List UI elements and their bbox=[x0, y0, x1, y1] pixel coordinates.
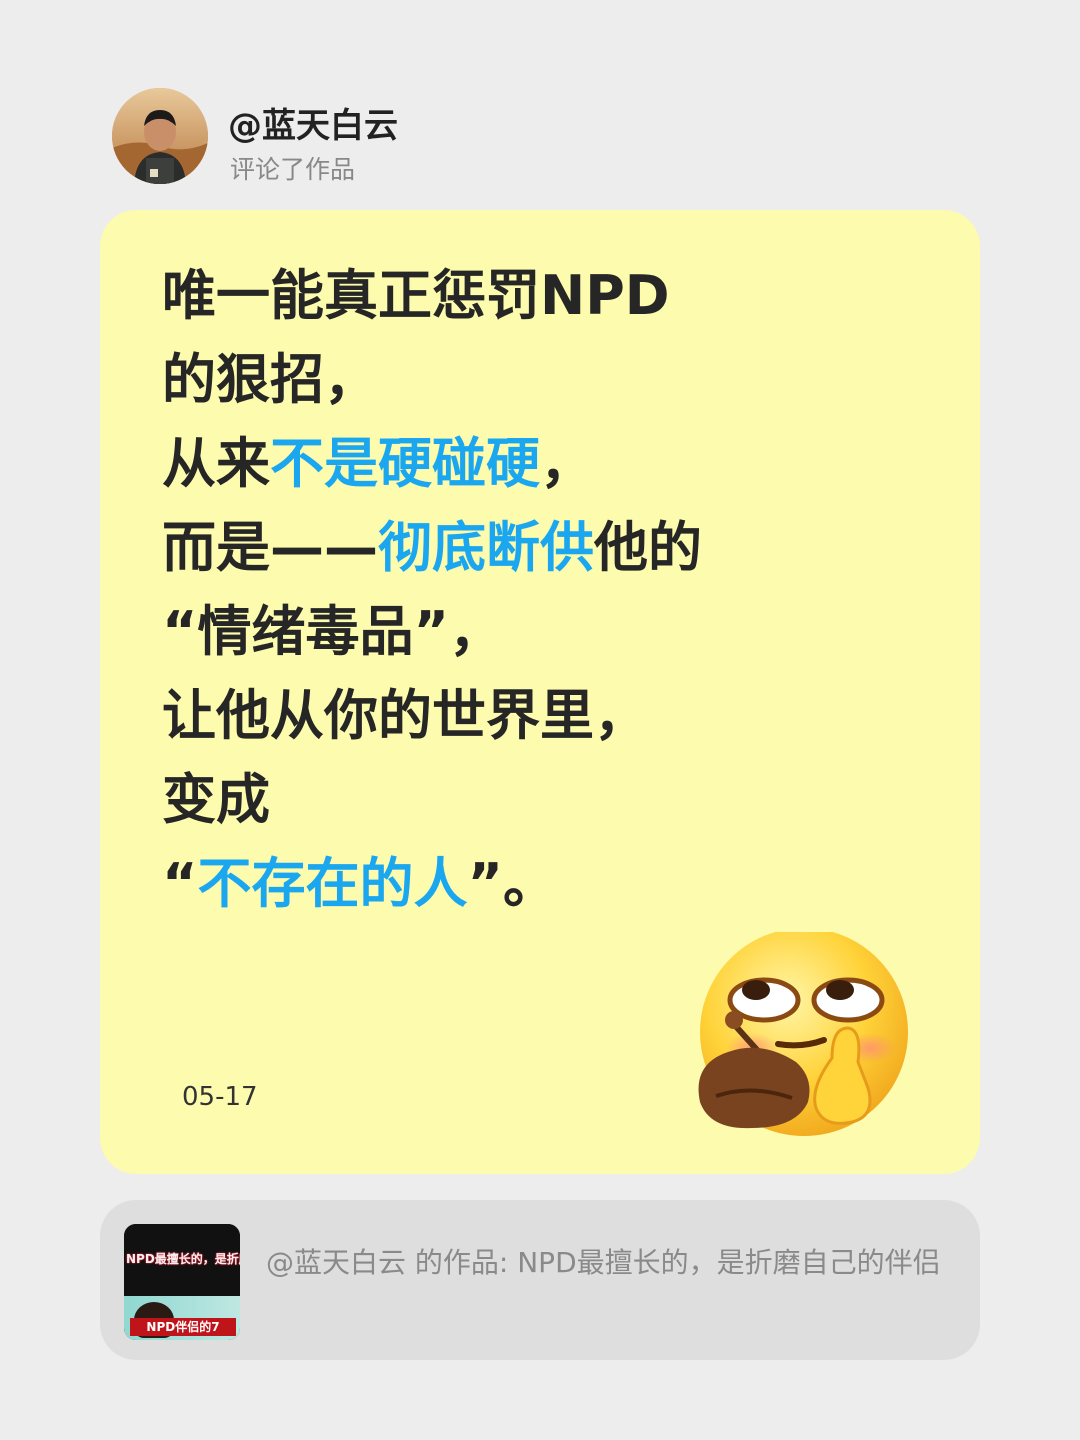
highlight-text: 彻底断供 bbox=[378, 516, 594, 579]
smirk-thinking-emoji bbox=[692, 928, 912, 1152]
referenced-work-card[interactable]: NPD最擅长的，是折磨自己的伴侣 NPD伴侣的7 @蓝天白云 的作品: NPD最… bbox=[100, 1200, 980, 1360]
comment-segment: 的狠招， bbox=[162, 348, 378, 411]
thumbnail-title: NPD最擅长的，是折磨自己的伴侣 bbox=[126, 1252, 240, 1266]
comment-line: “情绪毒品”， bbox=[162, 590, 922, 674]
comment-segment: 变成 bbox=[162, 768, 270, 831]
comment-segment: 他的 bbox=[594, 516, 702, 579]
comment-card[interactable]: 唯一能真正惩罚NPD 的狠招， 从来不是硬碰硬， 而是——彻底断供他的 “情绪毒… bbox=[100, 210, 980, 1174]
highlight-text: 不是硬碰硬 bbox=[270, 432, 540, 495]
comment-date: 05-17 bbox=[182, 1082, 258, 1112]
comment-line: 唯一能真正惩罚NPD bbox=[162, 254, 922, 338]
comment-segment: 唯一能真正惩罚NPD bbox=[162, 264, 670, 327]
referenced-work-text[interactable]: @蓝天白云 的作品: NPD最擅长的，是折磨自己的伴侣 bbox=[266, 1242, 946, 1284]
action-text: 评论了作品 bbox=[230, 155, 356, 184]
thumbnail-banner: NPD伴侣的7 bbox=[130, 1318, 236, 1336]
username[interactable]: @蓝天白云 bbox=[228, 98, 398, 147]
avatar[interactable] bbox=[112, 88, 208, 184]
comment-line: 让他从你的世界里， bbox=[162, 674, 922, 758]
comment-segment: 从来 bbox=[162, 432, 270, 495]
comment-segment: ， bbox=[540, 432, 594, 495]
comment-segment: ”。 bbox=[467, 852, 558, 915]
comment-segment: “情绪毒品”， bbox=[162, 600, 503, 663]
comment-segment: 而是—— bbox=[162, 516, 378, 579]
comment-line: 的狠招， bbox=[162, 338, 922, 422]
highlight-text: 不存在的人 bbox=[197, 852, 468, 915]
comment-line: 变成 bbox=[162, 758, 922, 842]
comment-line: 从来不是硬碰硬， bbox=[162, 422, 922, 506]
comment-line: 而是——彻底断供他的 bbox=[162, 506, 922, 590]
comment-segment: 让他从你的世界里， bbox=[162, 684, 648, 747]
comment-line: “不存在的人”。 bbox=[162, 842, 922, 926]
comment-segment: “ bbox=[162, 852, 198, 915]
comment-body: 唯一能真正惩罚NPD 的狠招， 从来不是硬碰硬， 而是——彻底断供他的 “情绪毒… bbox=[162, 254, 922, 926]
work-thumbnail[interactable]: NPD最擅长的，是折磨自己的伴侣 NPD伴侣的7 bbox=[124, 1224, 240, 1340]
